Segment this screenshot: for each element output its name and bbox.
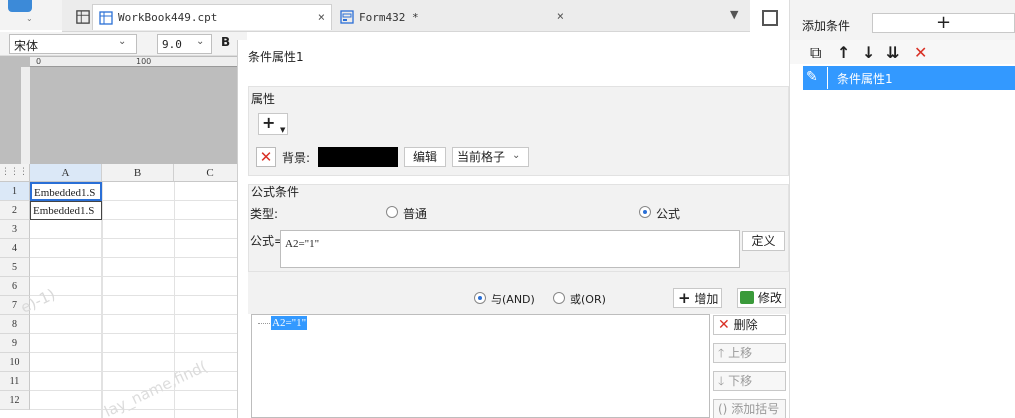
add-condition-label: 增加	[694, 292, 719, 306]
add-condition-button[interactable]: + 增加	[673, 288, 722, 308]
edit-background-button[interactable]: 编辑	[404, 147, 446, 167]
background-color-swatch[interactable]	[318, 147, 398, 167]
horizontal-ruler: 0 100	[30, 57, 247, 67]
type-label: 类型:	[250, 207, 279, 221]
condition-tree[interactable]	[251, 314, 710, 418]
plus-icon: +	[678, 289, 691, 307]
tab-workbook-label: WorkBook449.cpt	[118, 11, 218, 24]
add-condition-panel-button[interactable]: +	[872, 13, 1015, 33]
move-down-icon[interactable]: ↓	[862, 43, 875, 62]
cell-a1[interactable]: Embedded1.S	[30, 182, 102, 201]
row-header[interactable]: 12	[0, 391, 30, 410]
add-condition-panel-label: 添加条件	[802, 19, 851, 33]
move-down-button[interactable]: 🡓 下移	[713, 371, 786, 391]
formula-group-label: 公式条件	[251, 185, 300, 199]
copy-icon[interactable]: ⧉	[810, 43, 821, 63]
tab-list-dropdown-icon[interactable]: ▼	[730, 8, 738, 21]
or-label: 或(OR)	[570, 293, 606, 306]
size-dropdown-chevron-icon[interactable]: ⌄	[196, 36, 204, 47]
row-header[interactable]: 3	[0, 220, 30, 239]
type-formula-label: 公式	[656, 207, 681, 221]
formula-input[interactable]: A2="1"	[280, 230, 740, 268]
chevron-down-icon: ▼	[280, 126, 286, 134]
document-tabbar: WorkBook449.cpt × Form432 * × ▼	[62, 0, 750, 32]
workbook-icon	[99, 10, 113, 25]
dialog-title: 条件属性1	[248, 50, 304, 64]
add-bracket-label: 添加括号	[731, 402, 780, 416]
define-formula-button[interactable]: 定义	[742, 231, 785, 251]
move-down-label: 下移	[728, 374, 753, 388]
type-normal-label: 普通	[403, 207, 428, 221]
column-header-b[interactable]: B	[102, 164, 174, 182]
table-layout-icon[interactable]	[762, 10, 778, 26]
row-header[interactable]: 8	[0, 315, 30, 334]
move-up-label: 上移	[728, 346, 753, 360]
column-header-a[interactable]: A	[30, 164, 102, 182]
tab-workbook[interactable]: WorkBook449.cpt ×	[92, 4, 332, 30]
pencil-icon: ✎	[806, 69, 818, 85]
delete-attribute-icon[interactable]: ✕	[256, 147, 276, 167]
close-icon: ✕	[718, 317, 730, 333]
item-divider	[827, 67, 828, 89]
row-header[interactable]: 2	[0, 201, 30, 220]
move-to-bottom-icon[interactable]: ⇊	[886, 43, 899, 62]
tree-connector	[258, 323, 270, 324]
app-logo-icon[interactable]	[8, 0, 32, 12]
plus-icon: +	[262, 113, 276, 132]
scope-chevron-icon[interactable]: ⌄	[512, 150, 520, 161]
arrow-down-icon: 🡓	[718, 374, 725, 388]
attribute-group-label: 属性	[251, 92, 276, 106]
grid-view-icon[interactable]	[70, 4, 90, 30]
modify-icon	[740, 291, 754, 304]
add-attribute-button[interactable]: + ▼	[258, 113, 288, 135]
condition-list-toolbar	[790, 40, 1015, 64]
delete-condition-label: 删除	[733, 318, 758, 332]
bracket-icon: ()	[718, 402, 728, 416]
row-header[interactable]: 11	[0, 372, 30, 391]
or-radio[interactable]	[553, 292, 565, 304]
font-dropdown-chevron-icon[interactable]: ⌄	[118, 36, 126, 47]
background-label: 背景:	[282, 151, 311, 165]
row-header[interactable]: 6	[0, 277, 30, 296]
move-up-button[interactable]: 🡑 上移	[713, 343, 786, 363]
vertical-ruler	[21, 67, 30, 164]
add-bracket-button[interactable]: () 添加括号	[713, 399, 786, 418]
tab-form-label: Form432 *	[359, 10, 419, 24]
ruler-label-zero: 0	[36, 57, 42, 66]
row-header[interactable]: 9	[0, 334, 30, 353]
type-normal-radio[interactable]	[386, 206, 398, 218]
empty-cells-column-a[interactable]	[30, 220, 102, 418]
modify-condition-button[interactable]: 修改	[737, 288, 786, 308]
chevron-down-icon[interactable]: ⌄	[26, 14, 33, 23]
arrow-up-icon: 🡑	[718, 346, 725, 360]
row-header[interactable]: 4	[0, 239, 30, 258]
delete-condition-button[interactable]: ✕ 删除	[713, 315, 786, 335]
row-header[interactable]: 5	[0, 258, 30, 277]
modify-condition-label: 修改	[757, 291, 782, 305]
and-label: 与(AND)	[491, 293, 535, 306]
form-icon	[340, 10, 354, 24]
row-header[interactable]: 1	[0, 182, 30, 201]
select-all-corner[interactable]: ⋮⋮⋮	[0, 164, 30, 182]
and-radio[interactable]	[474, 292, 486, 304]
tab-form[interactable]: Form432 * ×	[334, 4, 570, 30]
condition-list-item[interactable]	[803, 66, 1015, 90]
formula-label: 公式=	[250, 234, 285, 248]
move-up-icon[interactable]: ↑	[837, 43, 850, 62]
condition-tree-item[interactable]: A2="1"	[271, 316, 308, 330]
condition-list-item-label: 条件属性1	[837, 72, 893, 86]
cell-a2[interactable]: Embedded1.S	[30, 201, 102, 220]
remove-condition-icon[interactable]: ✕	[914, 43, 927, 62]
tab-workbook-close-icon[interactable]: ×	[318, 10, 325, 24]
type-formula-radio[interactable]	[639, 206, 651, 218]
row-header[interactable]: 10	[0, 353, 30, 372]
tab-form-close-icon[interactable]: ×	[557, 9, 564, 23]
ruler-label-hundred: 100	[136, 57, 152, 66]
bold-button[interactable]: B	[221, 35, 230, 49]
design-ruler-area	[0, 56, 247, 164]
